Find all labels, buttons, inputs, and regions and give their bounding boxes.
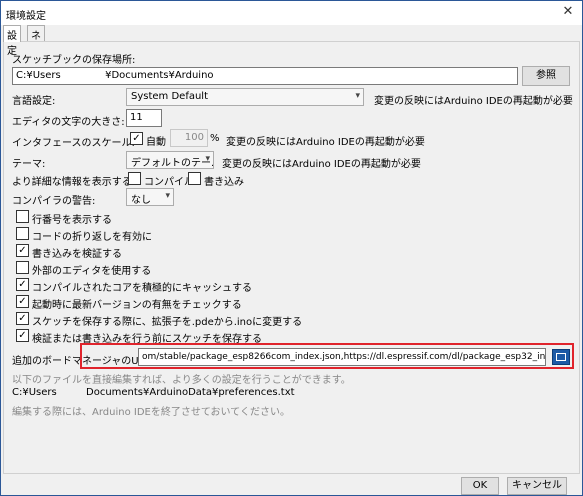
tab-network[interactable]: ネットワーク: [27, 25, 45, 117]
verbose-compile-label: コンパイル: [144, 177, 194, 188]
checkmark-icon: ✓: [18, 330, 27, 341]
option-checkbox-check-updates[interactable]: ✓: [16, 295, 29, 308]
option-label-external-editor: 外部のエディタを使用する: [32, 266, 152, 277]
option-label-pde-to-ino: スケッチを保存する際に、拡張子を.pdeから.inoに変更する: [32, 317, 303, 328]
checkmark-icon: ✓: [18, 245, 27, 256]
tab-settings[interactable]: 設定: [3, 25, 21, 57]
tab-settings-label: 設定: [7, 31, 17, 57]
language-value: System Default: [131, 91, 209, 102]
preferences-path-end: Documents¥ArduinoData¥preferences.txt: [86, 387, 295, 398]
option-label-line-numbers: 行番号を表示する: [32, 215, 112, 226]
auto-scale-label: 自動: [146, 137, 166, 148]
verbose-upload-checkbox[interactable]: [188, 172, 201, 185]
interface-scale-label: インタフェースのスケール:: [12, 138, 135, 149]
cancel-button[interactable]: キャンセル: [507, 477, 567, 495]
language-label: 言語設定:: [12, 96, 56, 107]
editor-font-size-field[interactable]: 11: [126, 109, 162, 127]
preferences-window: 環境設定 ✕ 設定 ネットワーク スケッチブックの保存場所: C:¥Users …: [0, 0, 583, 496]
checkmark-icon: ✓: [132, 133, 141, 144]
option-label-code-folding: コードの折り返しを有効に: [32, 232, 152, 243]
language-restart-note: 変更の反映にはArduino IDEの再起動が必要: [374, 96, 573, 107]
sketchbook-path-end: ¥Documents¥Arduino: [105, 70, 214, 81]
sketchbook-path-field[interactable]: C:¥Users ¥Documents¥Arduino: [12, 67, 518, 85]
chevron-down-icon: ▾: [205, 154, 210, 164]
option-checkbox-line-numbers[interactable]: [16, 210, 29, 223]
checkmark-icon: ✓: [18, 279, 27, 290]
sketchbook-path-start: C:¥Users: [16, 70, 61, 81]
theme-restart-note: 変更の反映にはArduino IDEの再起動が必要: [222, 159, 421, 170]
highlight-box: [80, 343, 574, 369]
ok-button[interactable]: OK: [461, 477, 499, 495]
editor-font-label: エディタの文字の大きさ:: [12, 117, 125, 128]
compiler-warnings-label: コンパイラの警告:: [12, 196, 96, 207]
theme-value: デフォルトのテー...: [131, 158, 214, 169]
footer: OK キャンセル: [1, 476, 582, 495]
language-select[interactable]: System Default ▾: [126, 88, 364, 106]
option-label-cache-core: コンパイルされたコアを積極的にキャッシュする: [32, 283, 252, 294]
title-bar: 環境設定 ✕: [1, 1, 582, 25]
preferences-path-start: C:¥Users: [12, 387, 57, 398]
editor-font-size-value: 11: [130, 112, 143, 123]
scale-percent-field[interactable]: 100: [170, 129, 208, 147]
scale-percent-unit: %: [210, 133, 220, 144]
sketchbook-label: スケッチブックの保存場所:: [12, 55, 136, 66]
option-label-check-updates: 起動時に最新バージョンの有無をチェックする: [32, 300, 242, 311]
option-checkbox-save-before-verify[interactable]: ✓: [16, 329, 29, 342]
auto-scale-checkbox[interactable]: ✓: [130, 132, 143, 145]
option-checkbox-pde-to-ino[interactable]: ✓: [16, 312, 29, 325]
checkmark-icon: ✓: [18, 313, 27, 324]
theme-label: テーマ:: [12, 159, 46, 170]
option-checkbox-cache-core[interactable]: ✓: [16, 278, 29, 291]
verbose-label: より詳細な情報を表示する:: [12, 177, 136, 188]
checkmark-icon: ✓: [18, 296, 27, 307]
chevron-down-icon: ▾: [355, 91, 360, 101]
edit-hint: 以下のファイルを直接編集すれば、より多くの設定を行うことができます。: [12, 375, 351, 386]
browse-button[interactable]: 参照: [522, 66, 570, 86]
option-checkbox-verify-upload[interactable]: ✓: [16, 244, 29, 257]
verbose-compile-checkbox[interactable]: [128, 172, 141, 185]
scale-restart-note: 変更の反映にはArduino IDEの再起動が必要: [226, 137, 425, 148]
settings-panel: スケッチブックの保存場所: C:¥Users ¥Documents¥Arduin…: [3, 41, 580, 474]
compiler-warnings-value: なし: [131, 195, 151, 206]
close-ide-hint: 編集する際には、Arduino IDEを終了させておいてください。: [12, 407, 290, 418]
compiler-warnings-select[interactable]: なし ▾: [126, 188, 174, 206]
option-checkbox-external-editor[interactable]: [16, 261, 29, 274]
chevron-down-icon: ▾: [165, 191, 170, 201]
option-label-verify-upload: 書き込みを検証する: [32, 249, 122, 260]
scale-percent-value: 100: [184, 132, 204, 143]
option-checkbox-code-folding[interactable]: [16, 227, 29, 240]
window-title: 環境設定: [6, 11, 46, 22]
close-icon[interactable]: ✕: [558, 3, 578, 21]
theme-select[interactable]: デフォルトのテー... ▾: [126, 151, 214, 169]
verbose-upload-label: 書き込み: [204, 177, 244, 188]
